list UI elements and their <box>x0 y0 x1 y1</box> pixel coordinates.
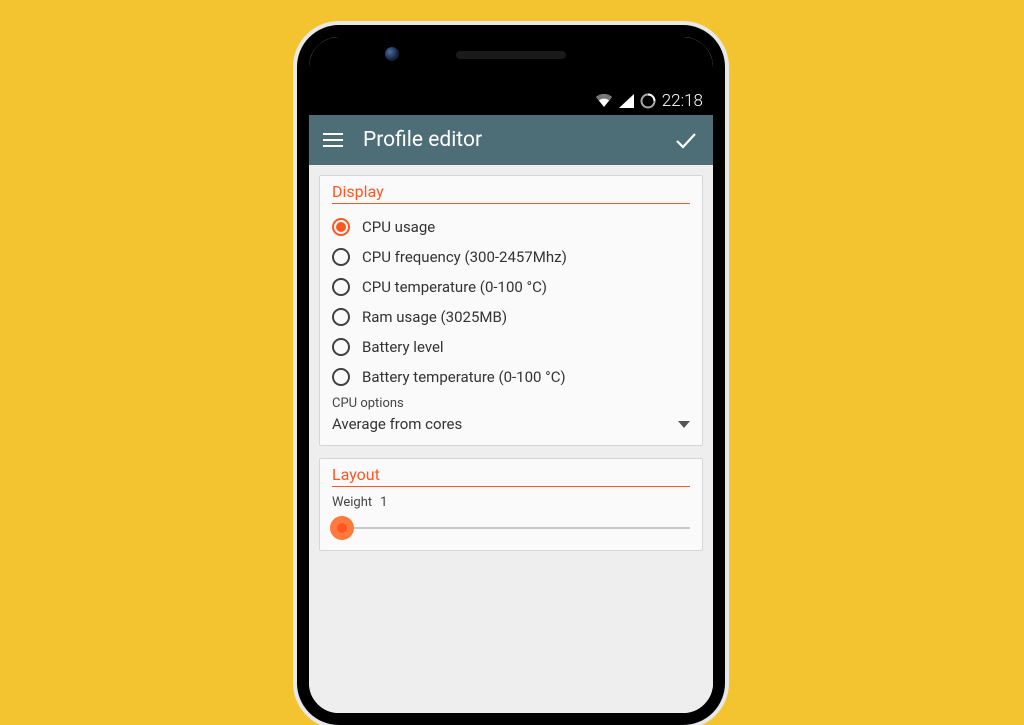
phone-frame: 22:18 Profile editor Display CPU usage C… <box>297 25 725 725</box>
radio-icon <box>332 278 350 296</box>
cpu-options-label: CPU options <box>332 396 690 411</box>
radio-label: CPU temperature (0-100 °C) <box>362 278 547 296</box>
radio-cpu-usage[interactable]: CPU usage <box>332 212 690 242</box>
radio-battery-temperature[interactable]: Battery temperature (0-100 °C) <box>332 362 690 392</box>
display-section: Display CPU usage CPU frequency (300-245… <box>319 175 703 446</box>
wifi-icon <box>595 94 613 108</box>
loading-circle-icon <box>640 93 656 109</box>
dropdown-value: Average from cores <box>332 415 462 433</box>
radio-icon <box>332 218 350 236</box>
weight-label: Weight <box>332 495 372 510</box>
display-section-title: Display <box>332 182 690 204</box>
cpu-options-dropdown[interactable]: Average from cores <box>332 411 690 435</box>
layout-section: Layout Weight 1 <box>319 458 703 551</box>
status-time: 22:18 <box>662 91 703 111</box>
radio-icon <box>332 338 350 356</box>
weight-slider[interactable] <box>332 516 690 540</box>
radio-icon <box>332 368 350 386</box>
slider-thumb[interactable] <box>330 516 354 540</box>
radio-icon <box>332 248 350 266</box>
app-bar: Profile editor <box>309 115 713 165</box>
radio-label: Ram usage (3025MB) <box>362 308 507 326</box>
weight-value: 1 <box>380 495 387 510</box>
content-area: Display CPU usage CPU frequency (300-245… <box>309 165 713 713</box>
radio-label: CPU usage <box>362 218 435 236</box>
app-title: Profile editor <box>363 128 653 152</box>
cell-signal-icon <box>619 94 634 108</box>
radio-cpu-frequency[interactable]: CPU frequency (300-2457Mhz) <box>332 242 690 272</box>
radio-icon <box>332 308 350 326</box>
confirm-icon[interactable] <box>673 127 699 153</box>
radio-cpu-temperature[interactable]: CPU temperature (0-100 °C) <box>332 272 690 302</box>
chevron-down-icon <box>678 421 690 428</box>
phone-bezel-top <box>309 37 713 87</box>
weight-row: Weight 1 <box>332 495 690 510</box>
front-camera <box>385 47 399 61</box>
radio-label: Battery level <box>362 338 444 356</box>
phone-speaker <box>456 51 566 59</box>
menu-icon[interactable] <box>323 133 343 147</box>
radio-ram-usage[interactable]: Ram usage (3025MB) <box>332 302 690 332</box>
status-bar: 22:18 <box>309 87 713 115</box>
slider-track <box>332 527 690 529</box>
radio-label: CPU frequency (300-2457Mhz) <box>362 248 567 266</box>
radio-battery-level[interactable]: Battery level <box>332 332 690 362</box>
radio-label: Battery temperature (0-100 °C) <box>362 368 566 386</box>
layout-section-title: Layout <box>332 465 690 487</box>
